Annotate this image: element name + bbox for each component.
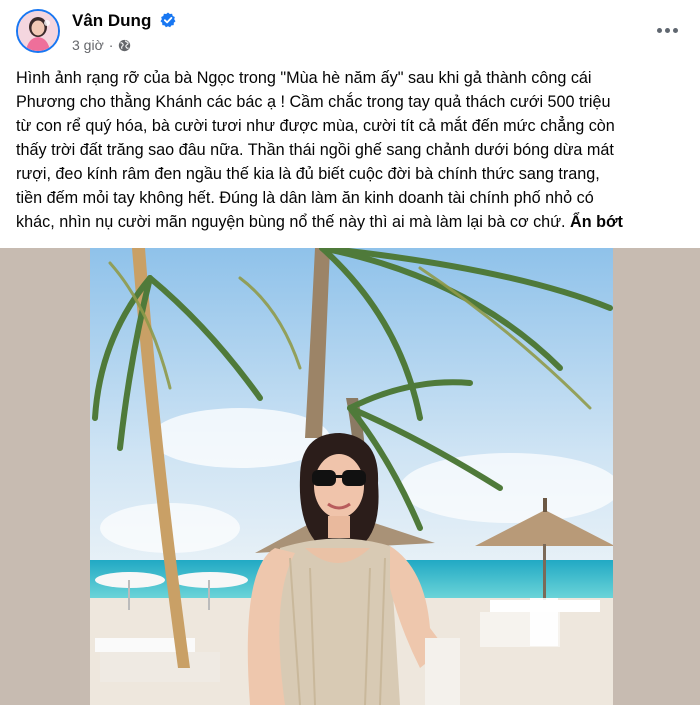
post-text-line: tiền đếm mỏi tay không hết. Đúng là dân … [16,189,594,207]
post-text-last-line: khác, nhìn nụ cười mãn nguyện bùng nổ th… [16,210,692,234]
post-text-line: từ con rể quý hóa, bà cười tươi như được… [16,117,615,135]
author-avatar[interactable] [16,9,60,53]
post-text-line: Hình ảnh rạng rỡ của bà Ngọc trong "Mùa … [16,69,592,87]
post-text: Hình ảnh rạng rỡ của bà Ngọc trong "Mùa … [16,66,692,234]
verified-badge-icon [160,12,176,28]
post-time[interactable]: 3 giờ [72,37,104,53]
post-meta: 3 giờ · [72,37,131,53]
post-photo-container[interactable] [0,248,700,705]
see-less-button[interactable]: Ẩn bớt [570,213,623,231]
meta-separator: · [108,37,114,53]
author-name[interactable]: Vân Dung [72,11,151,31]
post-text-line: rượi, đeo kính râm đen ngầu thế kia là đ… [16,165,600,183]
post-header: Vân Dung 3 giờ · [0,0,700,60]
post-text-line: Phương cho thằng Khánh các bác ạ ! Cầm c… [16,93,611,111]
post-text-line: khác, nhìn nụ cười mãn nguyện bùng nổ th… [16,213,566,231]
post-text-line: thấy trời đất trăng sao đâu nữa. Thần th… [16,141,614,159]
post-photo[interactable] [90,248,613,705]
globe-icon[interactable] [118,39,131,52]
more-options-icon[interactable] [652,18,682,42]
